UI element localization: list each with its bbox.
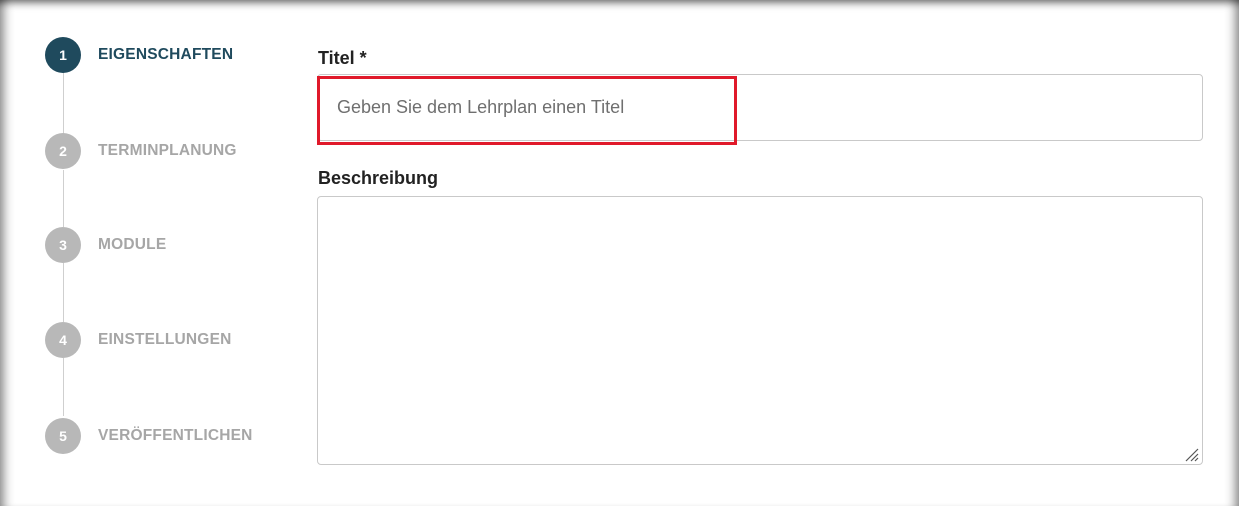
step-number-badge: 2 <box>45 133 81 169</box>
step-label: MODULE <box>98 236 167 253</box>
description-textarea[interactable] <box>317 196 1203 465</box>
step-label: EINSTELLUNGEN <box>98 331 232 348</box>
step-label: EIGENSCHAFTEN <box>98 46 234 63</box>
step-einstellungen[interactable]: 4 EINSTELLUNGEN <box>45 322 232 358</box>
title-field-label: Titel * <box>318 48 367 68</box>
step-number-badge: 3 <box>45 227 81 263</box>
stepper-connector <box>63 358 64 416</box>
step-label: TERMINPLANUNG <box>98 142 237 159</box>
step-label: VERÖFFENTLICHEN <box>98 427 253 444</box>
step-eigenschaften[interactable]: 1 EIGENSCHAFTEN <box>45 37 233 73</box>
step-terminplanung[interactable]: 2 TERMINPLANUNG <box>45 133 237 169</box>
resize-grip-icon[interactable] <box>1183 446 1199 462</box>
title-field <box>317 74 1203 141</box>
step-number-badge: 4 <box>45 322 81 358</box>
stepper-connector <box>63 170 64 227</box>
step-number-badge: 1 <box>45 37 81 73</box>
step-number-badge: 5 <box>45 418 81 454</box>
stepper-connector <box>63 263 64 322</box>
description-field-label: Beschreibung <box>318 168 439 188</box>
step-veroeffentlichen[interactable]: 5 VERÖFFENTLICHEN <box>45 418 253 454</box>
step-module[interactable]: 3 MODULE <box>45 227 166 263</box>
stepper-connector <box>63 72 64 134</box>
title-input[interactable] <box>318 75 1202 140</box>
